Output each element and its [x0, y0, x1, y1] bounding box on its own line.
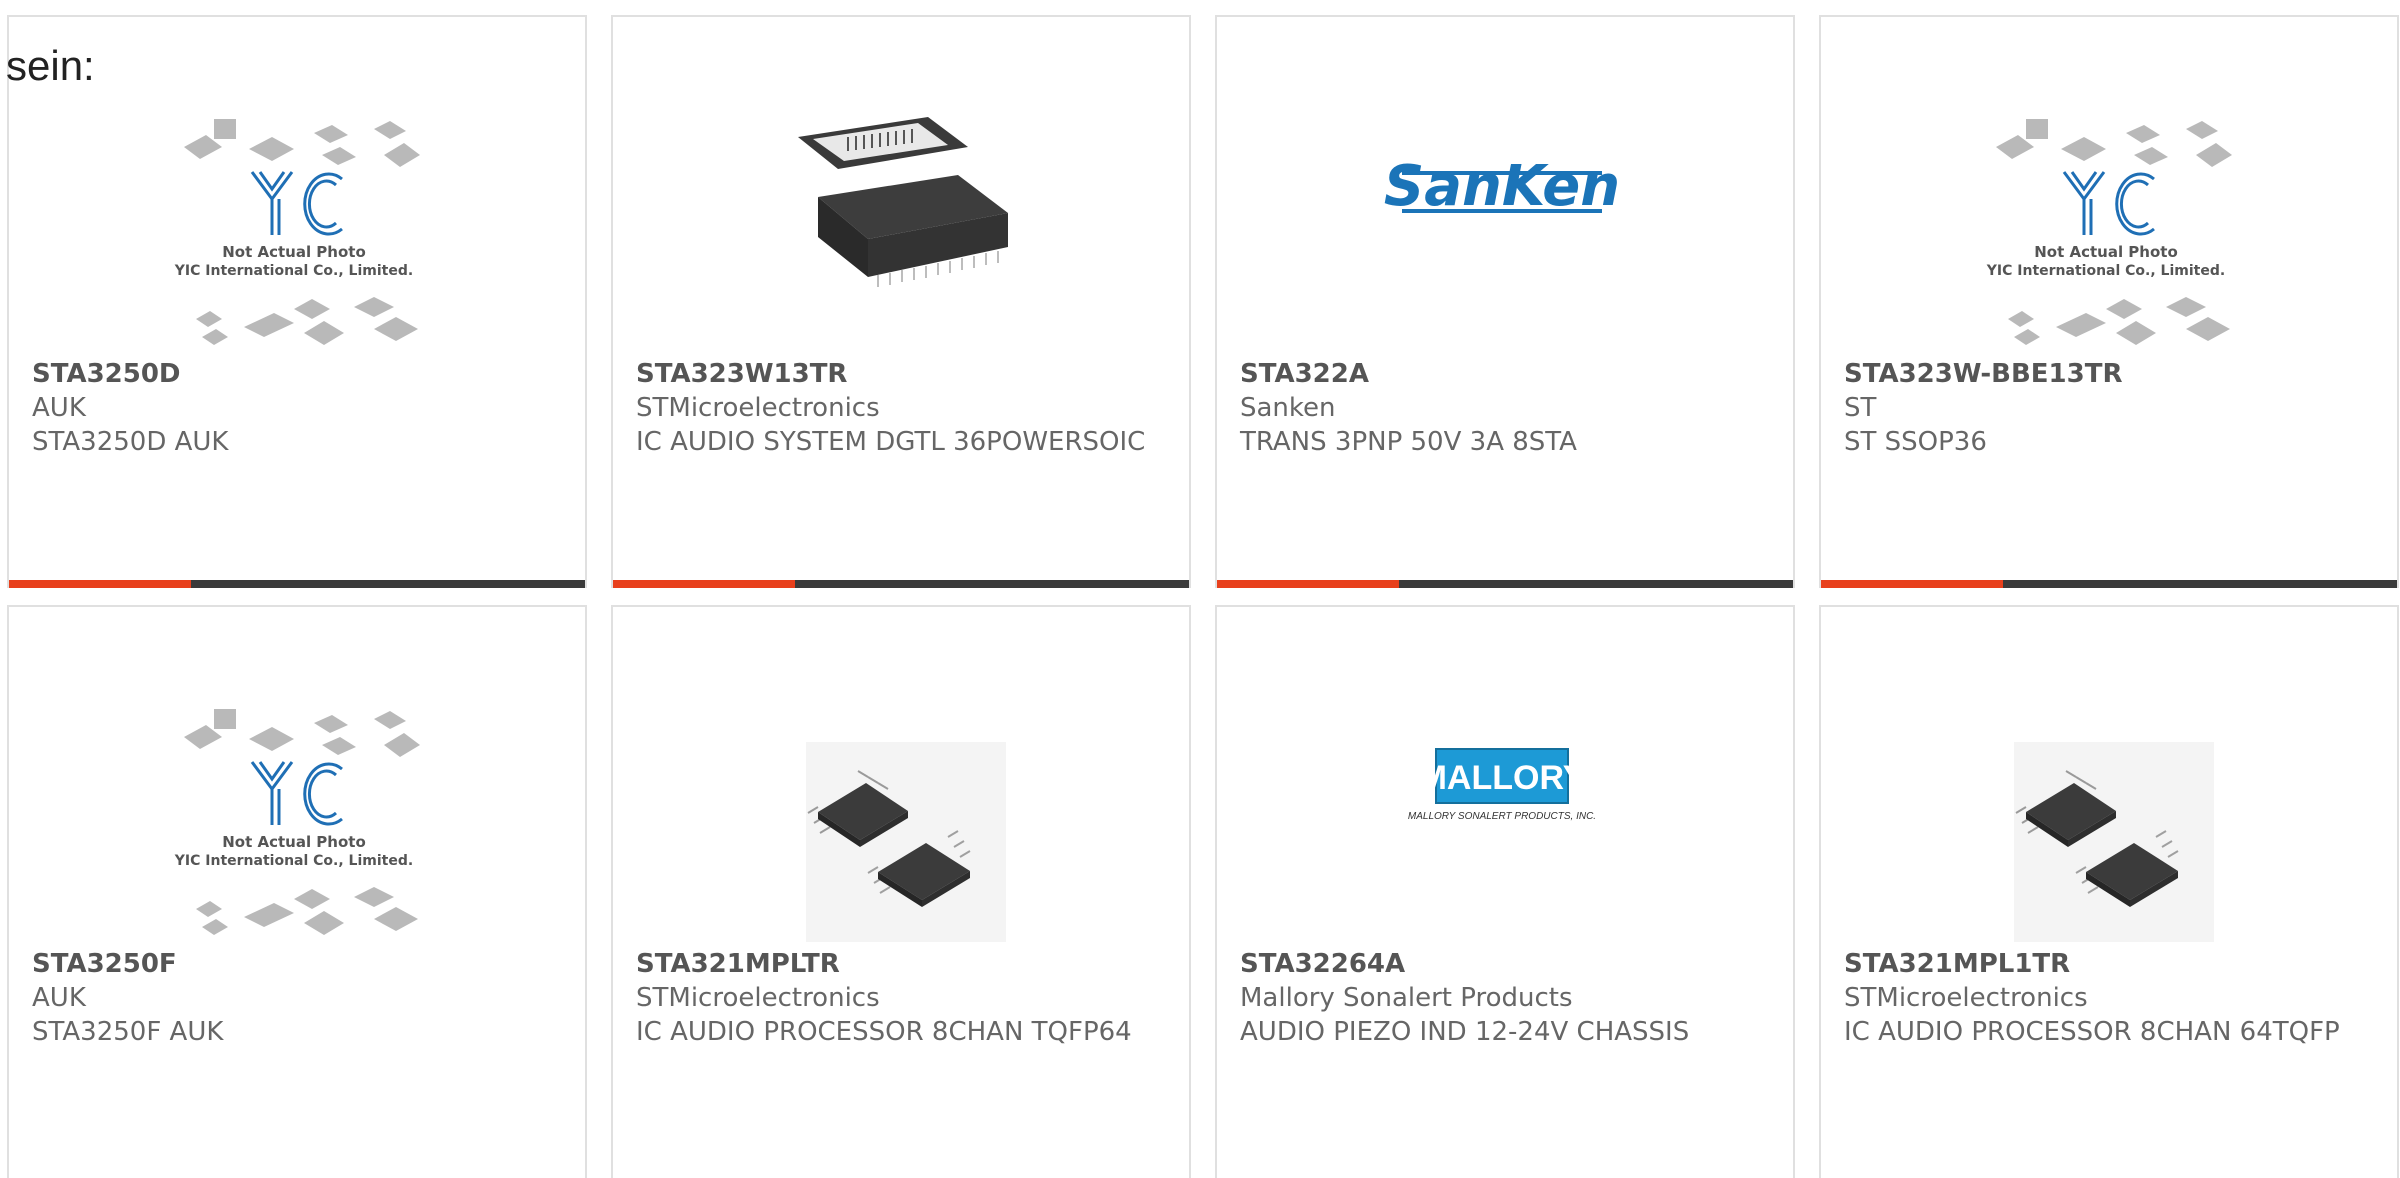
product-card[interactable]: MALLORY MALLORY SONALERT PRODUCTS, INC. … — [1215, 605, 1795, 1178]
placeholder-line2: YIC International Co., Limited. — [174, 853, 413, 869]
product-image[interactable]: MALLORY MALLORY SONALERT PRODUCTS, INC. — [1352, 687, 1652, 957]
product-card[interactable]: STA321MPLTR STMicroelectronics IC AUDIO … — [611, 605, 1191, 1178]
powersoic-package-image — [798, 117, 1008, 287]
description: ST SSOP36 — [1844, 427, 1987, 457]
product-info: STA3250F AUK STA3250F AUK — [32, 947, 565, 1049]
part-number[interactable]: STA323W13TR — [636, 357, 1169, 391]
product-card[interactable]: STA323W13TR STMicroelectronics IC AUDIO … — [611, 15, 1191, 588]
product-info: STA321MPLTR STMicroelectronics IC AUDIO … — [636, 947, 1169, 1049]
product-image[interactable] — [1956, 687, 2256, 957]
product-card[interactable]: STA321MPL1TR STMicroelectronics IC AUDIO… — [1819, 605, 2399, 1178]
description: TRANS 3PNP 50V 3A 8STA — [1240, 427, 1577, 457]
yic-placeholder-image: Not Actual Photo YIC International Co., … — [1986, 119, 2232, 345]
product-info: STA323W13TR STMicroelectronics IC AUDIO … — [636, 357, 1169, 459]
tqfp-chips-image — [2014, 742, 2214, 942]
product-image[interactable] — [748, 97, 1048, 367]
product-info: STA323W-BBE13TR ST ST SSOP36 — [1844, 357, 2377, 459]
description: IC AUDIO PROCESSOR 8CHAN TQFP64 — [636, 1017, 1132, 1047]
manufacturer: Mallory Sonalert Products — [1240, 983, 1573, 1013]
manufacturer: AUK — [32, 983, 86, 1013]
intro-text: sein: — [6, 42, 95, 89]
product-card[interactable]: Not Actual Photo YIC International Co., … — [7, 15, 587, 588]
sanken-logo-image: SanKen — [1384, 154, 1620, 219]
yic-placeholder-image: Not Actual Photo YIC International Co., … — [174, 119, 420, 345]
description: IC AUDIO SYSTEM DGTL 36POWERSOIC — [636, 427, 1146, 457]
part-number[interactable]: STA32264A — [1240, 947, 1773, 981]
product-image[interactable]: Not Actual Photo YIC International Co., … — [1956, 97, 2256, 367]
product-card[interactable]: Not Actual Photo YIC International Co., … — [1819, 15, 2399, 588]
product-info: STA322A Sanken TRANS 3PNP 50V 3A 8STA — [1240, 357, 1773, 459]
yic-placeholder-image: Not Actual Photo YIC International Co., … — [174, 709, 420, 935]
product-info: STA3250D AUK STA3250D AUK — [32, 357, 565, 459]
placeholder-line1: Not Actual Photo — [222, 833, 366, 851]
manufacturer: STMicroelectronics — [636, 983, 880, 1013]
product-card[interactable]: Not Actual Photo YIC International Co., … — [7, 605, 587, 1178]
manufacturer: AUK — [32, 393, 86, 423]
mallory-logo-subtext: MALLORY SONALERT PRODUCTS, INC. — [1408, 811, 1596, 822]
part-number[interactable]: STA323W-BBE13TR — [1844, 357, 2377, 391]
part-number[interactable]: STA322A — [1240, 357, 1773, 391]
accent-bar — [613, 580, 795, 588]
product-image[interactable] — [748, 687, 1048, 957]
card-bottom-bar — [1821, 580, 2397, 588]
part-number[interactable]: STA3250F — [32, 947, 565, 981]
accent-bar — [1217, 580, 1399, 588]
description: AUDIO PIEZO IND 12-24V CHASSIS — [1240, 1017, 1690, 1047]
product-grid: Not Actual Photo YIC International Co., … — [7, 15, 2399, 1178]
description: IC AUDIO PROCESSOR 8CHAN 64TQFP — [1844, 1017, 2340, 1047]
product-info: STA32264A Mallory Sonalert Products AUDI… — [1240, 947, 1773, 1049]
description: STA3250F AUK — [32, 1017, 224, 1047]
manufacturer: Sanken — [1240, 393, 1336, 423]
mallory-logo-image: MALLORY MALLORY SONALERT PRODUCTS, INC. — [1408, 748, 1596, 822]
manufacturer: STMicroelectronics — [1844, 983, 2088, 1013]
placeholder-line1: Not Actual Photo — [222, 243, 366, 261]
placeholder-line1: Not Actual Photo — [2034, 243, 2178, 261]
placeholder-line2: YIC International Co., Limited. — [174, 263, 413, 279]
card-bottom-bar — [9, 580, 585, 588]
manufacturer: STMicroelectronics — [636, 393, 880, 423]
part-number[interactable]: STA3250D — [32, 357, 565, 391]
tqfp-chips-image — [806, 742, 1006, 942]
product-card[interactable]: SanKen STA322A Sanken TRANS 3PNP 50V 3A … — [1215, 15, 1795, 588]
card-bottom-bar — [1217, 580, 1793, 588]
mallory-logo-text: MALLORY — [1419, 759, 1586, 797]
manufacturer: ST — [1844, 393, 1877, 423]
description: STA3250D AUK — [32, 427, 229, 457]
product-image[interactable]: Not Actual Photo YIC International Co., … — [144, 97, 444, 367]
accent-bar — [9, 580, 191, 588]
product-image[interactable]: SanKen — [1352, 97, 1652, 367]
product-info: STA321MPL1TR STMicroelectronics IC AUDIO… — [1844, 947, 2377, 1049]
part-number[interactable]: STA321MPLTR — [636, 947, 1169, 981]
product-image[interactable]: Not Actual Photo YIC International Co., … — [144, 687, 444, 957]
card-bottom-bar — [613, 580, 1189, 588]
placeholder-line2: YIC International Co., Limited. — [1986, 263, 2225, 279]
part-number[interactable]: STA321MPL1TR — [1844, 947, 2377, 981]
accent-bar — [1821, 580, 2003, 588]
